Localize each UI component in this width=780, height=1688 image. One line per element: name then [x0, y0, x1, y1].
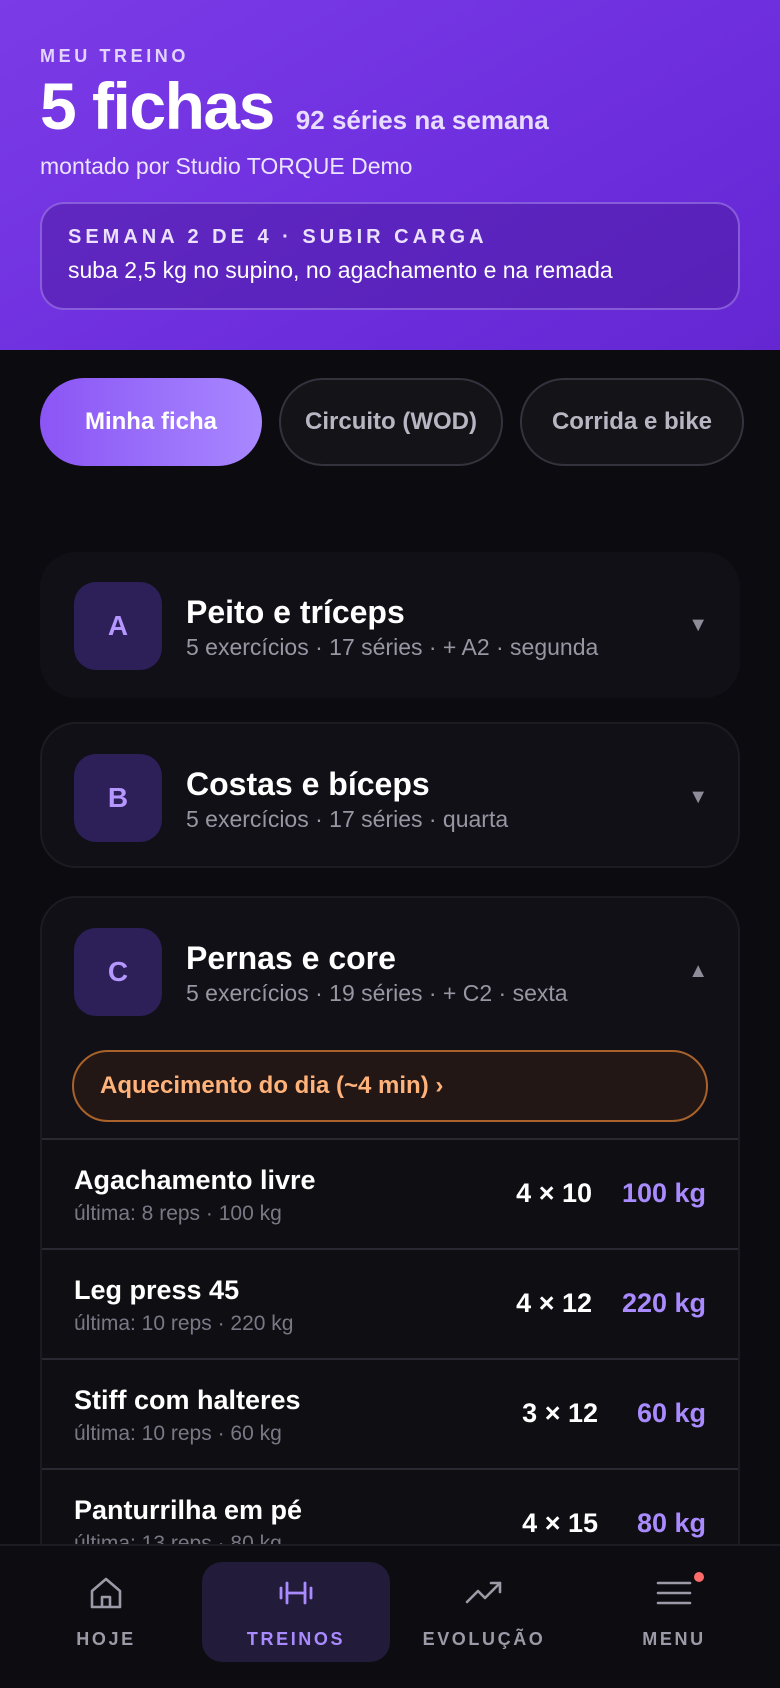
exercise-name: Leg press 45 — [74, 1275, 240, 1305]
chevron-up-icon[interactable]: ▲ — [688, 960, 708, 983]
warmup-button[interactable]: Aquecimento do dia (~4 min) › — [72, 1050, 708, 1122]
author-line: montado por Studio TORQUE Demo — [40, 153, 413, 179]
nav-label: MENU — [642, 1629, 706, 1649]
notification-badge — [694, 1572, 704, 1582]
workout-card-c: C Pernas e core 5 exercícios · 19 séries… — [40, 896, 740, 1576]
workout-title: Pernas e core — [186, 940, 396, 976]
nav-item-hoje[interactable]: HOJE — [44, 1562, 168, 1662]
tab-minha-ficha[interactable]: Minha ficha — [40, 378, 262, 466]
exercise-row[interactable]: Stiff com halteres última: 10 reps · 60 … — [42, 1358, 738, 1468]
workout-card-header[interactable]: A Peito e tríceps 5 exercícios · 17 séri… — [42, 554, 738, 700]
exercise-row[interactable]: Leg press 45 última: 10 reps · 220 kg 4 … — [42, 1248, 738, 1358]
exercise-last-session: última: 10 reps · 60 kg — [74, 1422, 282, 1445]
bottom-navigation: HOJE TREINOS EVOLUÇÃO MENU — [0, 1544, 780, 1688]
tab-corrida-bike[interactable]: Corrida e bike — [520, 378, 744, 466]
exercise-sets-reps: 4 × 10 — [516, 1178, 592, 1208]
exercise-name: Agachamento livre — [74, 1165, 316, 1195]
workout-letter-badge: C — [74, 928, 162, 1016]
exercise-load: 100 kg — [621, 1178, 706, 1208]
hero-title-row: 5 fichas 92 séries na semana — [40, 73, 740, 145]
workout-meta: 5 exercícios · 17 séries · + A2 · segund… — [186, 634, 599, 660]
workout-letter-badge: A — [74, 582, 162, 670]
weekly-sets-summary: 92 séries na semana — [295, 105, 549, 135]
exercise-sets-reps: 3 × 12 — [522, 1398, 598, 1428]
workout-card-b[interactable]: B Costas e bíceps 5 exercícios · 17 séri… — [40, 722, 740, 868]
workout-meta: 5 exercícios · 17 séries · quarta — [186, 806, 509, 832]
page-title: 5 fichas — [40, 69, 275, 143]
exercise-load: 220 kg — [621, 1288, 706, 1318]
chevron-down-icon[interactable]: ▼ — [688, 786, 708, 809]
exercise-sets-reps: 4 × 15 — [522, 1508, 598, 1538]
workout-meta: 5 exercícios · 19 séries · + C2 · sexta — [186, 980, 568, 1006]
exercise-last-session: última: 10 reps · 220 kg — [74, 1312, 294, 1335]
trending-up-icon — [464, 1574, 504, 1617]
workout-type-tabs: Minha ficha Circuito (WOD) Corrida e bik… — [40, 378, 744, 466]
exercise-list: Agachamento livre última: 8 reps · 100 k… — [42, 1138, 738, 1574]
nav-item-evolucao[interactable]: EVOLUÇÃO — [414, 1562, 554, 1662]
exercise-last-session: última: 8 reps · 100 kg — [74, 1202, 282, 1225]
workout-title: Costas e bíceps — [186, 766, 430, 802]
home-icon — [87, 1574, 125, 1617]
nav-label: EVOLUÇÃO — [422, 1629, 546, 1649]
dumbbell-icon — [277, 1574, 315, 1617]
nav-item-treinos[interactable]: TREINOS — [202, 1562, 390, 1662]
exercise-load: 60 kg — [636, 1398, 706, 1428]
nav-item-menu[interactable]: MENU — [624, 1562, 724, 1662]
tab-circuito-wod[interactable]: Circuito (WOD) — [279, 378, 503, 466]
exercise-name: Panturrilha em pé — [74, 1495, 303, 1525]
exercise-sets-reps: 4 × 12 — [516, 1288, 592, 1318]
exercise-row[interactable]: Agachamento livre última: 8 reps · 100 k… — [42, 1138, 738, 1248]
workout-card-a[interactable]: A Peito e tríceps 5 exercícios · 17 séri… — [40, 552, 740, 698]
hero-header: MEU TREINO 5 fichas 92 séries na semana … — [0, 0, 780, 350]
nav-label: TREINOS — [246, 1629, 346, 1649]
week-progress-banner: SEMANA 2 DE 4 · SUBIR CARGA suba 2,5 kg … — [40, 202, 740, 310]
hero-eyebrow: MEU TREINO — [40, 46, 190, 66]
nav-label: HOJE — [76, 1629, 136, 1649]
week-description: suba 2,5 kg no supino, no agachamento e … — [68, 257, 613, 283]
exercise-name: Stiff com halteres — [74, 1385, 301, 1415]
workout-card-header[interactable]: B Costas e bíceps 5 exercícios · 17 séri… — [42, 724, 738, 870]
menu-icon — [655, 1574, 693, 1617]
workout-letter-badge: B — [74, 754, 162, 842]
week-title: SEMANA 2 DE 4 · SUBIR CARGA — [68, 226, 488, 248]
workout-card-header[interactable]: C Pernas e core 5 exercícios · 19 séries… — [42, 898, 738, 1050]
workout-title: Peito e tríceps — [186, 594, 405, 630]
exercise-load: 80 kg — [636, 1508, 706, 1538]
chevron-down-icon[interactable]: ▼ — [688, 614, 708, 637]
